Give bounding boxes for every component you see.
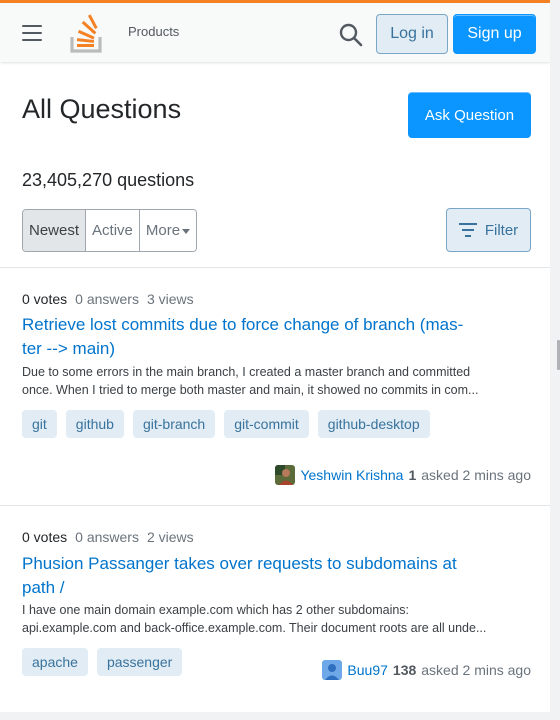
question-title-line: Retrieve lost commits due to force chang… (22, 315, 464, 334)
excerpt-line: once. When I tried to merge both master … (22, 383, 479, 397)
page-title: All Questions (22, 94, 182, 124)
ask-question-button[interactable]: Ask Question (408, 92, 531, 138)
question-title-line: Phusion Passanger takes over requests to… (22, 554, 457, 573)
sort-active[interactable]: Active (86, 210, 140, 251)
products-link[interactable]: Products (128, 24, 179, 39)
sort-newest[interactable]: Newest (23, 210, 87, 251)
search-icon[interactable] (338, 22, 364, 48)
tag-github[interactable]: github (65, 410, 124, 438)
user-reputation: 138 (392, 662, 417, 678)
user-name[interactable]: Buu97 (347, 662, 387, 678)
sort-more-label: More (145, 222, 181, 239)
tag-apache[interactable]: apache (22, 648, 88, 676)
view-count: 2 views (146, 529, 194, 545)
user-reputation: 1 (408, 467, 417, 483)
tag-list: apache passenger (22, 648, 183, 676)
caret-down-icon (182, 229, 191, 234)
excerpt-line: api.example.com and back-office.example.… (22, 621, 487, 635)
question-owner: Yeshwin Krishna 1 asked 2 mins ago (275, 465, 531, 485)
top-bar: Products Log in Sign up (0, 0, 550, 62)
divider (0, 505, 550, 506)
divider (0, 267, 550, 268)
question-stats: 0 votes 0 answers 3 views (22, 291, 194, 307)
excerpt-line: Due to some errors in the main branch, I… (22, 365, 471, 379)
question-title-line: ter --> main) (22, 339, 116, 358)
asked-time: asked 2 mins ago (421, 467, 531, 483)
question-title[interactable]: Retrieve lost commits due to force chang… (22, 313, 502, 361)
filter-label: Filter (484, 221, 519, 239)
login-button[interactable]: Log in (376, 14, 448, 54)
tag-git-commit[interactable]: git-commit (224, 410, 309, 438)
tag-git-branch[interactable]: git-branch (132, 410, 216, 438)
asked-time: asked 2 mins ago (421, 662, 531, 678)
stackoverflow-logo[interactable] (70, 13, 104, 53)
page: Products Log in Sign up All Questions As… (0, 0, 550, 712)
user-avatar[interactable] (322, 660, 343, 680)
tag-git[interactable]: git (22, 410, 57, 438)
vote-count: 0 votes (22, 291, 68, 307)
tag-github-desktop[interactable]: github-desktop (317, 410, 430, 438)
sort-tabs: Newest Active More (22, 209, 198, 252)
tag-list: git github git-branch git-commit github-… (22, 410, 430, 438)
answer-count: 0 answers (75, 529, 139, 545)
user-name[interactable]: Yeshwin Krishna (300, 467, 403, 483)
answer-count: 0 answers (75, 291, 139, 307)
hamburger-icon[interactable] (22, 25, 42, 41)
question-stats: 0 votes 0 answers 2 views (22, 529, 194, 545)
sort-more[interactable]: More (139, 210, 197, 251)
question-title-line: path / (22, 578, 65, 597)
signup-button[interactable]: Sign up (453, 14, 536, 54)
filter-icon (458, 223, 477, 237)
excerpt-line: I have one main domain example.com which… (22, 603, 410, 617)
question-excerpt: Due to some errors in the main branch, I… (22, 363, 532, 399)
question-excerpt: I have one main domain example.com which… (22, 601, 532, 637)
filter-button[interactable]: Filter (446, 208, 531, 252)
view-count: 3 views (146, 291, 194, 307)
vote-count: 0 votes (22, 529, 68, 545)
question-count: 23,405,270 questions (22, 170, 195, 190)
question-title[interactable]: Phusion Passanger takes over requests to… (22, 552, 502, 600)
user-avatar[interactable] (275, 465, 296, 485)
question-owner: Buu97 138 asked 2 mins ago (322, 660, 531, 680)
tag-passenger[interactable]: passenger (96, 648, 183, 676)
